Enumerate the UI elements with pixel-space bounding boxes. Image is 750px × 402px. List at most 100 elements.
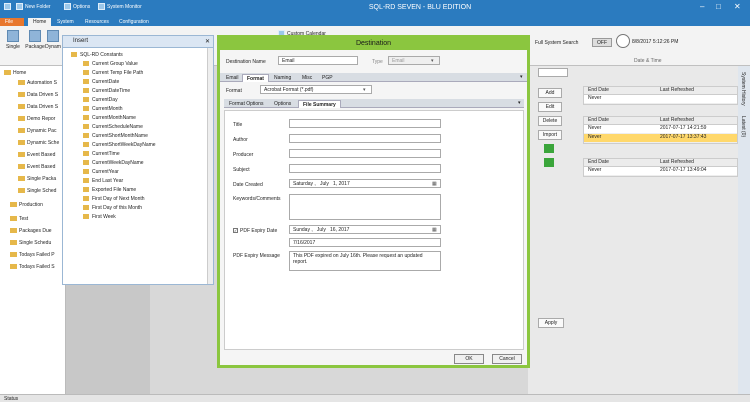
tree-root-home[interactable]: Home — [4, 70, 26, 76]
tab-file[interactable]: File — [0, 18, 24, 26]
insert-item[interactable]: Exported File Name — [83, 187, 136, 193]
chevron-down-icon[interactable]: ▾ — [520, 74, 523, 80]
insert-item[interactable]: CurrentMonth — [83, 106, 123, 112]
keywords-label: Keywords/Comments — [233, 196, 281, 202]
constant-icon — [83, 160, 89, 166]
insert-item[interactable]: First Week — [83, 214, 116, 220]
insert-item[interactable]: CurrentTime — [83, 151, 120, 157]
pdf-expiry-checkbox[interactable]: ✓ PDF Expiry Date — [233, 228, 277, 234]
tab-format[interactable]: Format — [242, 74, 269, 82]
close-button[interactable]: ✕ — [734, 2, 741, 11]
tree-item[interactable]: Packages Due — [10, 228, 52, 234]
ok-button[interactable]: OK — [454, 354, 484, 364]
move-down-icon[interactable] — [544, 158, 554, 167]
subject-input[interactable] — [289, 164, 441, 173]
tree-item[interactable]: Automation S — [18, 80, 57, 86]
insert-item[interactable]: CurrentDay — [83, 97, 118, 103]
new-folder-button[interactable]: New Folder — [16, 3, 51, 10]
dynamic-button[interactable]: Dynam — [44, 30, 62, 58]
insert-item[interactable]: CurrentYear — [83, 169, 119, 175]
constant-icon — [83, 169, 89, 175]
tab-email[interactable]: Email — [222, 74, 243, 82]
system-monitor-button[interactable]: System Monitor — [98, 3, 142, 10]
author-input[interactable] — [289, 134, 441, 143]
table-row[interactable]: Never 2017-07-17 14:21:59 — [584, 125, 737, 134]
tab-misc[interactable]: Misc — [298, 74, 316, 82]
insert-item[interactable]: First Day of this Month — [83, 205, 142, 211]
delete-button[interactable]: Delete — [538, 116, 562, 126]
tree-item[interactable]: Event Based — [18, 152, 55, 158]
producer-input[interactable] — [289, 149, 441, 158]
tab-system-history[interactable]: System History — [740, 72, 746, 106]
tree-item[interactable]: Data Driven S — [18, 104, 58, 110]
edit-button[interactable]: Edit — [538, 102, 562, 112]
insert-item[interactable]: CurrentShortWeekDayName — [83, 142, 156, 148]
close-icon[interactable]: ✕ — [205, 38, 210, 45]
constants-root[interactable]: SQL-RD Constants — [71, 52, 123, 58]
tab-home[interactable]: Home — [28, 18, 52, 26]
insert-item[interactable]: CurrentWeekDayName — [83, 160, 144, 166]
tree-item[interactable]: Production — [10, 202, 43, 208]
tree-item[interactable]: Demo Repor — [18, 116, 55, 122]
calendar-icon[interactable]: ▦ — [432, 181, 439, 187]
tree-item[interactable]: Test — [10, 216, 28, 222]
tree-item[interactable]: Todays Failed P — [10, 252, 55, 258]
insert-item[interactable]: End Last Year — [83, 178, 123, 184]
tab-format-options[interactable]: Format Options — [225, 100, 267, 108]
tab-configuration[interactable]: Configuration — [114, 18, 154, 26]
table-row-selected[interactable]: Never 2017-07-17 13:37:43 — [584, 134, 737, 143]
tab-options[interactable]: Options — [270, 100, 295, 108]
package-button[interactable]: Package — [24, 30, 46, 58]
expiry-date-picker[interactable]: Sunday , July 16, 2017 ▦ — [289, 225, 441, 234]
calendar-icon[interactable]: ▦ — [432, 227, 439, 233]
expiry-value-input[interactable]: 7/16/2017 — [289, 238, 441, 247]
expiry-message-input[interactable]: This PDF expired on July 16th. Please re… — [289, 251, 441, 271]
keywords-input[interactable] — [289, 194, 441, 220]
options-button[interactable]: Options — [64, 3, 90, 10]
apply-button[interactable]: Apply — [538, 318, 564, 328]
tab-resources[interactable]: Resources — [80, 18, 114, 26]
single-button[interactable]: Single — [2, 30, 24, 58]
scrollbar[interactable] — [207, 48, 213, 284]
tree-item[interactable]: Dynamic Sche — [18, 140, 59, 146]
tree-item[interactable]: Single Packa — [18, 176, 56, 182]
tree-item[interactable]: Event Based — [18, 164, 55, 170]
cancel-button[interactable]: Cancel — [492, 354, 522, 364]
insert-item[interactable]: CurrentMonthName — [83, 115, 136, 121]
tree-item[interactable]: Data Driven S — [18, 92, 58, 98]
insert-item[interactable]: CurrentShortMonthName — [83, 133, 148, 139]
tree-item[interactable]: Single Schedu — [10, 240, 51, 246]
tree-item[interactable]: Dynamic Pac — [18, 128, 56, 134]
status-bar: Status — [0, 394, 750, 402]
move-up-icon[interactable] — [544, 144, 554, 153]
minimize-button[interactable]: – — [700, 2, 704, 11]
author-label: Author — [233, 137, 248, 143]
app-menu-icon[interactable] — [4, 3, 13, 10]
insert-item[interactable]: CurrentDateTime — [83, 88, 130, 94]
tree-item[interactable]: Todays Failed S — [10, 264, 55, 270]
import-button[interactable]: Import — [538, 130, 562, 140]
tab-latest[interactable]: Latest (0) — [740, 116, 746, 137]
tab-file-summary[interactable]: File Summary — [298, 100, 341, 108]
dest-name-input[interactable]: Email — [278, 56, 358, 65]
type-select[interactable]: Email ▾ — [388, 56, 440, 65]
chevron-down-icon[interactable]: ▾ — [518, 100, 521, 106]
checkbox-checked[interactable]: ✓ — [233, 228, 238, 234]
date-created-picker[interactable]: Saturday , July 1, 2017 ▦ — [289, 179, 441, 188]
add-button[interactable]: Add — [538, 88, 562, 98]
maximize-button[interactable]: □ — [716, 2, 721, 11]
tab-system[interactable]: System — [52, 18, 79, 26]
title-input[interactable] — [289, 119, 441, 128]
table-row[interactable]: Never 2017-07-17 13:49:04 — [584, 167, 737, 176]
insert-item[interactable]: Current Temp File Path — [83, 70, 143, 76]
search-toggle[interactable]: OFF — [592, 38, 612, 47]
format-select[interactable]: Acrobat Format (*.pdf) ▾ — [260, 85, 372, 94]
insert-item[interactable]: First Day of Next Month — [83, 196, 145, 202]
insert-item[interactable]: CurrentDate — [83, 79, 119, 85]
table-row[interactable]: Never — [584, 95, 737, 104]
insert-item[interactable]: Current Group Value — [83, 61, 138, 67]
insert-item[interactable]: CurrentScheduleName — [83, 124, 143, 130]
tab-naming[interactable]: Naming — [270, 74, 295, 82]
tree-item[interactable]: Single Sched — [18, 188, 56, 194]
tab-pgp[interactable]: PGP — [318, 74, 337, 82]
